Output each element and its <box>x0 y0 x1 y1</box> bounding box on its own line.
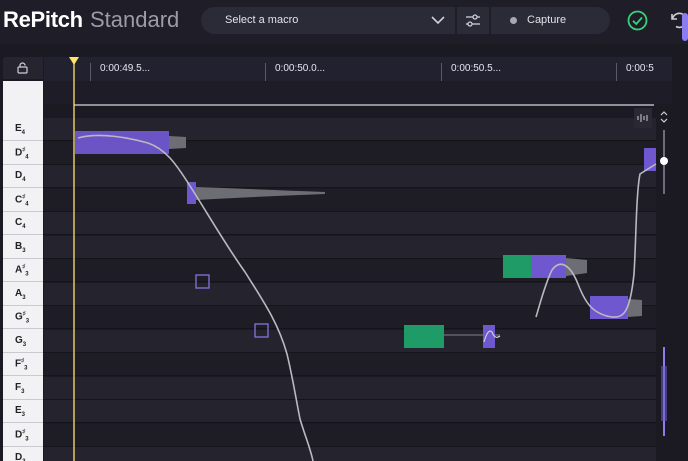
anchor-handle[interactable] <box>195 274 210 289</box>
macro-settings-button[interactable] <box>457 7 489 34</box>
zoom-slider-knob[interactable] <box>660 157 668 165</box>
overview-region[interactable] <box>661 366 667 421</box>
capture-label: Capture <box>527 14 567 26</box>
note-overlay <box>69 57 668 461</box>
chevron-down-icon <box>431 16 445 25</box>
scrollbar-track[interactable] <box>682 57 688 461</box>
record-dot-icon <box>510 17 517 24</box>
playhead-marker[interactable] <box>69 57 79 65</box>
top-toolbar: RePitch Standard Select a macro Capture <box>0 0 688 44</box>
note-blob[interactable] <box>503 255 587 278</box>
macro-select-label: Select a macro <box>225 14 299 26</box>
repitch-window: RePitch Standard Select a macro Capture <box>0 0 688 461</box>
note-blob[interactable] <box>483 325 501 348</box>
macro-select[interactable]: Select a macro <box>201 7 455 34</box>
note-blob[interactable] <box>75 131 186 154</box>
app-name: RePitch <box>3 7 83 32</box>
pitch-editor: 0:00:49.5... 0:00:50.0... 0:00:50.5... 0… <box>0 44 688 461</box>
anchor-handle[interactable] <box>254 323 269 338</box>
scrollbar-thumb[interactable] <box>682 13 688 41</box>
capture-button[interactable]: Capture <box>491 7 610 34</box>
waveform-toggle-icon[interactable] <box>634 108 652 128</box>
checkmark-circle-icon[interactable] <box>627 10 648 31</box>
app-edition: Standard <box>90 7 180 32</box>
note-blob[interactable] <box>590 296 642 319</box>
vertical-zoom-icon[interactable] <box>660 111 668 123</box>
pitch-curve <box>535 163 657 318</box>
note-blob[interactable] <box>187 182 325 204</box>
sliders-icon <box>466 14 480 27</box>
